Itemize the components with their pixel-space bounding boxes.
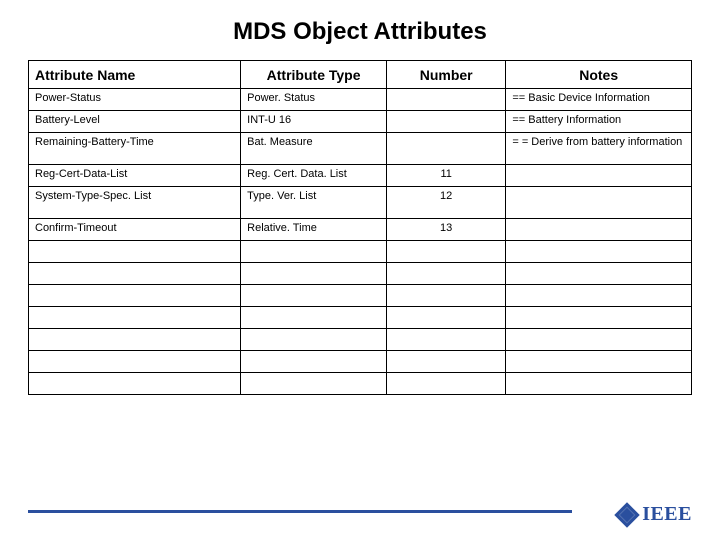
table-row: System-Type-Spec. ListType. Ver. List12 [29,187,692,219]
header-number: Number [387,61,506,89]
cell-name [29,285,241,307]
cell-name: System-Type-Spec. List [29,187,241,219]
cell-number [387,307,506,329]
cell-name [29,329,241,351]
cell-type [241,307,387,329]
cell-notes [506,329,692,351]
cell-type: Relative. Time [241,219,387,241]
cell-notes: = = Derive from battery information [506,133,692,165]
cell-number [387,329,506,351]
cell-type [241,285,387,307]
ieee-diamond-icon [614,502,639,527]
table-row: Remaining-Battery-TimeBat. Measure = = De… [29,133,692,165]
cell-name [29,241,241,263]
cell-type [241,373,387,395]
cell-notes [506,307,692,329]
cell-number: 13 [387,219,506,241]
table-row [29,285,692,307]
cell-number [387,351,506,373]
cell-type [241,263,387,285]
table-row: Power-StatusPower. Status == Basic Device… [29,89,692,111]
header-type: Attribute Type [241,61,387,89]
cell-name: Confirm-Timeout [29,219,241,241]
cell-type: Bat. Measure [241,133,387,165]
cell-type: INT-U 16 [241,111,387,133]
cell-number: 11 [387,165,506,187]
header-name: Attribute Name [29,61,241,89]
cell-name [29,373,241,395]
table-row [29,241,692,263]
footer: IEEE [28,496,692,526]
cell-notes [506,263,692,285]
cell-notes [506,351,692,373]
cell-name: Reg-Cert-Data-List [29,165,241,187]
table-row [29,263,692,285]
cell-notes [506,241,692,263]
ieee-logo: IEEE [618,503,692,526]
cell-type [241,351,387,373]
cell-notes [506,285,692,307]
cell-notes [506,187,692,219]
table-header-row: Attribute Name Attribute Type Number Not… [29,61,692,89]
page-title: MDS Object Attributes [0,0,720,60]
cell-notes [506,165,692,187]
table-row: Reg-Cert-Data-ListReg. Cert. Data. List1… [29,165,692,187]
cell-name [29,351,241,373]
table-row: Battery-LevelINT-U 16 == Battery Informat… [29,111,692,133]
table-row [29,373,692,395]
cell-number [387,89,506,111]
cell-type: Power. Status [241,89,387,111]
ieee-logo-text: IEEE [642,503,692,526]
table-row: Confirm-TimeoutRelative. Time13 [29,219,692,241]
table-row [29,329,692,351]
attributes-table: Attribute Name Attribute Type Number Not… [28,60,692,395]
cell-number [387,241,506,263]
table-row [29,351,692,373]
cell-type: Reg. Cert. Data. List [241,165,387,187]
cell-notes: == Battery Information [506,111,692,133]
cell-number: 12 [387,187,506,219]
cell-number [387,133,506,165]
cell-type [241,241,387,263]
cell-name: Power-Status [29,89,241,111]
cell-number [387,373,506,395]
cell-number [387,263,506,285]
cell-name: Remaining-Battery-Time [29,133,241,165]
cell-notes: == Basic Device Information [506,89,692,111]
table-row [29,307,692,329]
cell-name [29,263,241,285]
cell-name: Battery-Level [29,111,241,133]
cell-number [387,285,506,307]
cell-type [241,329,387,351]
cell-number [387,111,506,133]
attributes-table-wrap: Attribute Name Attribute Type Number Not… [0,60,720,395]
footer-divider [28,510,572,513]
cell-notes [506,219,692,241]
cell-type: Type. Ver. List [241,187,387,219]
cell-notes [506,373,692,395]
cell-name [29,307,241,329]
header-notes: Notes [506,61,692,89]
